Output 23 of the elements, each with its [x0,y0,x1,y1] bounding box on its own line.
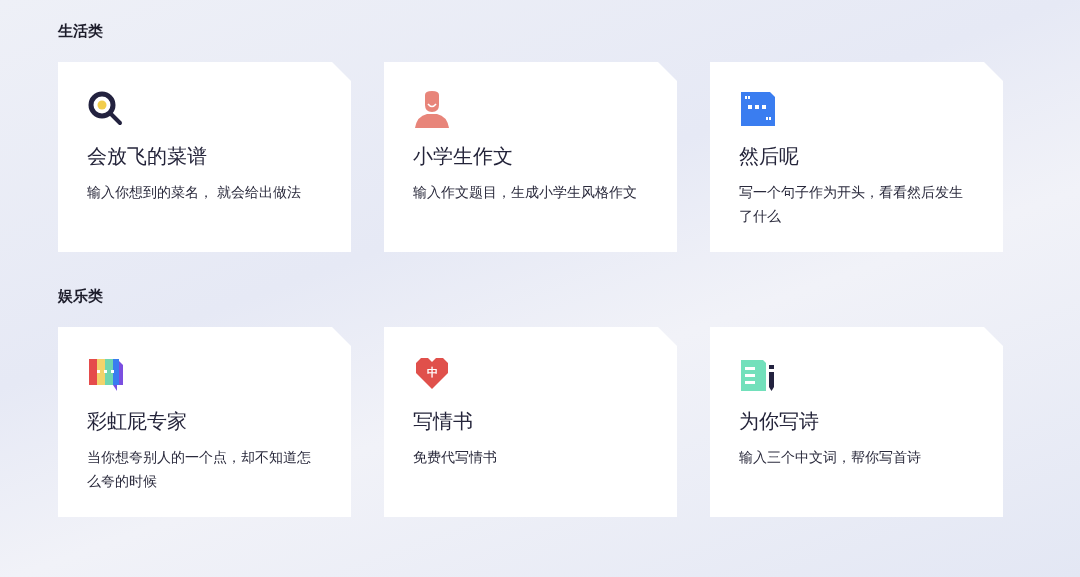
person-icon [413,90,451,128]
card-description: 输入作文题目，生成小学生风格作文 [413,183,638,202]
card-description: 当你想夸别人的一个点，却不知道怎么夸的时候 [87,448,312,491]
feature-card[interactable]: 会放飞的菜谱 输入你想到的菜名， 就会给出做法 [58,62,351,252]
feature-card[interactable]: 小学生作文 输入作文题目，生成小学生风格作文 [384,62,677,252]
feature-card[interactable]: 然后呢 写一个句子作为开头，看看然后发生了什么 [710,62,1003,252]
card-title: 写情书 [413,408,473,435]
feature-card[interactable]: 彩虹屁专家 当你想夸别人的一个点，却不知道怎么夸的时候 [58,327,351,517]
card-description: 写一个句子作为开头，看看然后发生了什么 [739,183,964,226]
section-heading: 娱乐类 [58,286,104,307]
card-description: 输入你想到的菜名， 就会给出做法 [87,183,303,202]
feature-card[interactable]: 中 写情书 免费代写情书 [384,327,677,517]
card-title: 会放飞的菜谱 [87,143,207,170]
magnifier-icon [87,90,125,128]
card-title: 为你写诗 [739,408,819,435]
feature-card[interactable]: 为你写诗 输入三个中文词，帮你写首诗 [710,327,1003,517]
quote-icon [739,90,777,128]
card-title: 彩虹屁专家 [87,408,187,435]
section-heading: 生活类 [58,21,104,42]
card-description: 输入三个中文词，帮你写首诗 [739,448,922,467]
card-description: 免费代写情书 [413,448,498,467]
card-title: 然后呢 [739,143,799,170]
card-title: 小学生作文 [413,143,513,170]
